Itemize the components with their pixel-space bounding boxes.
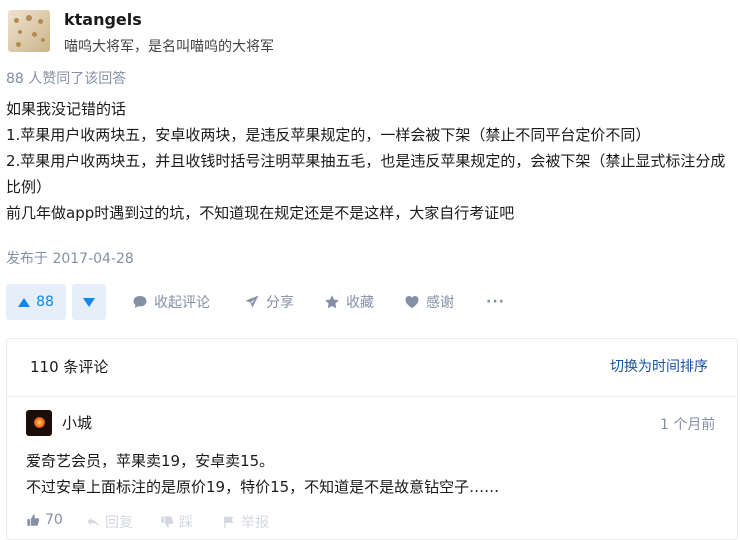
star-icon	[325, 295, 339, 309]
publish-date[interactable]: 发布于 2017-04-28	[6, 248, 134, 268]
favorite-label: 收藏	[346, 295, 374, 311]
sort-toggle-button[interactable]: 切换为时间排序	[610, 356, 708, 376]
answer-paragraph: 前几年做app时遇到过的坑，不知道现在规定还是不是这样，大家自行考证吧	[6, 204, 515, 222]
comment-dislike-label: 踩	[179, 515, 193, 531]
collapse-comments-label: 收起评论	[154, 295, 210, 311]
comment-reply-button[interactable]: 回复	[86, 512, 133, 532]
comment-dislike-button[interactable]: 踩	[160, 512, 193, 532]
comment-like-button[interactable]: 70	[26, 512, 63, 528]
commenter-name[interactable]: 小城	[62, 412, 92, 433]
downvote-button[interactable]	[72, 284, 106, 320]
author-name[interactable]: ktangels	[64, 10, 142, 29]
more-icon: ···	[486, 294, 505, 310]
answer-paragraph: 1.苹果用户收两块五，安卓收两块，是违反苹果规定的，一样会被下架（禁止不同平台定…	[6, 126, 651, 144]
comments-count: 110 条评论	[30, 358, 109, 376]
upvote-button[interactable]: 88	[6, 284, 66, 320]
comment-icon	[133, 296, 147, 308]
more-button[interactable]: ···	[486, 284, 505, 320]
downvote-icon	[83, 297, 95, 307]
reply-icon	[87, 517, 99, 527]
answer-paragraph: 如果我没记错的话	[6, 100, 127, 118]
comment-line: 爱奇艺会员，苹果卖19，安卓卖15。	[26, 452, 275, 470]
thanks-button[interactable]: 感谢	[404, 284, 454, 320]
voters-summary[interactable]: 88 人赞同了该回答	[6, 68, 126, 88]
share-icon	[245, 295, 259, 308]
divider	[7, 396, 736, 397]
author-bio: 喵呜大将军，是名叫喵呜的大将军	[64, 39, 274, 55]
comment-line: 不过安卓上面标注的是原价19，特价15，不知道是不是故意钻空子……	[26, 478, 500, 496]
comment-body: 爱奇艺会员，苹果卖19，安卓卖15。 不过安卓上面标注的是原价19，特价15，不…	[26, 448, 726, 500]
comment-report-button[interactable]: 举报	[222, 512, 269, 532]
comment-time: 1 个月前	[660, 417, 716, 433]
answer-content: 如果我没记错的话 1.苹果用户收两块五，安卓收两块，是违反苹果规定的，一样会被下…	[6, 96, 736, 226]
flag-icon	[224, 516, 234, 528]
share-button[interactable]: 分享	[244, 284, 294, 320]
thanks-label: 感谢	[426, 295, 454, 311]
favorite-button[interactable]: 收藏	[324, 284, 374, 320]
share-label: 分享	[266, 295, 294, 311]
heart-icon	[405, 296, 419, 309]
comment-report-label: 举报	[241, 515, 269, 531]
vote-count: 88	[36, 294, 54, 310]
thumbs-down-icon	[161, 516, 174, 528]
collapse-comments-button[interactable]: 收起评论	[132, 284, 210, 320]
upvote-icon	[18, 297, 31, 307]
comment-reply-label: 回复	[105, 515, 133, 531]
answer-paragraph: 2.苹果用户收两块五，并且收钱时括号注明苹果抽五毛，也是违反苹果规定的，会被下架…	[6, 152, 726, 196]
comment-like-count: 70	[45, 512, 63, 528]
thumbs-up-icon	[27, 514, 40, 526]
commenter-avatar[interactable]	[26, 410, 52, 436]
author-avatar[interactable]	[8, 10, 50, 52]
avatar-sun-image	[34, 417, 45, 428]
